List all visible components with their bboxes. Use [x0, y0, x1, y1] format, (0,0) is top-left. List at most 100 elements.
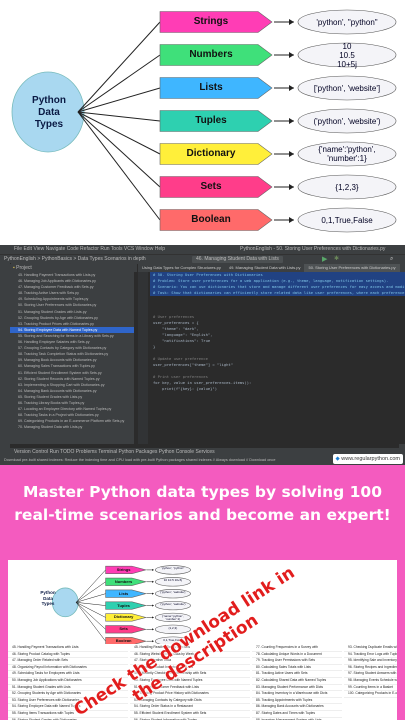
folder-icon: ▪: [13, 265, 15, 271]
mini-scenario-item: 45. Handling Payment Transactions with L…: [8, 645, 128, 652]
project-tree-item[interactable]: 70. Managing Student Data with Lists.py: [10, 424, 134, 430]
mini-scenario-item: 99. Counting Items in a Basket: [344, 685, 397, 692]
connector-line: [77, 111, 161, 155]
arrowhead-icon: [152, 592, 154, 595]
arrowhead-icon: [289, 118, 294, 124]
mini-scenario-item: 87. Storing Dates and Times with Tuples: [252, 711, 342, 718]
code-editor[interactable]: # 50. Storing User Preferences with Dict…: [150, 272, 405, 444]
connector-line: [77, 87, 161, 113]
type-example-numbers: 10 10.5 10+5j: [337, 41, 357, 69]
run-config-select[interactable]: 46. Managing Student Data with Lists: [192, 256, 283, 263]
type-label-dictionary: Dictionary: [186, 148, 236, 159]
mini-scenario-item: 79. Tracking User Permissions with Sets: [252, 658, 342, 665]
type-label-tuples: Tuples: [195, 115, 227, 126]
connector-line: [75, 581, 106, 603]
menu-items[interactable]: File Edit View Navigate Code Refactor Ru…: [14, 246, 165, 252]
type-label-lists: Lists: [199, 82, 223, 93]
connector-line: [77, 111, 161, 188]
connector-line: [77, 111, 161, 221]
ide-window: File Edit View Navigate Code Refactor Ru…: [0, 245, 405, 465]
navigation-bar: PythonEnglish > PythonBasics > Data Type…: [0, 254, 405, 264]
mini-scenario-item: 84. Tracking Inventory in a Warehouse wi…: [252, 691, 342, 698]
type-example-tuples: ('python', 'website'): [313, 116, 381, 126]
arrowhead-icon: [289, 184, 294, 190]
mini-scenario-item: 80. Calculating Sales Totals with Lists: [252, 665, 342, 672]
search-icon[interactable]: ⌕: [390, 255, 393, 264]
menu-bar[interactable]: File Edit View Navigate Code Refactor Ru…: [0, 245, 405, 254]
code-line: # Task: Show that dictionaries can effic…: [150, 290, 405, 296]
arrowhead-icon: [152, 580, 154, 583]
editor-tab[interactable]: Using Data Types for Complex Structures.…: [138, 264, 225, 272]
mini-scenario-item: 82. Calculating Shared Data with Named T…: [252, 678, 342, 685]
editor-tabs: Using Data Types for Complex Structures.…: [138, 264, 400, 272]
connector-line: [75, 602, 106, 618]
arrowhead-icon: [289, 19, 294, 25]
mini-type-example: ['python', 'website']: [160, 590, 186, 595]
mini-type-example: 'python', "python": [161, 566, 185, 571]
mini-type-example: ('python', 'website'): [160, 602, 186, 607]
mini-scenario-item: 55. Efficient Student Enrollment System …: [130, 711, 250, 718]
mini-type-label: Dictionary: [113, 614, 134, 620]
mini-scenario-item: 54. Storing Order Status in a Restaurant: [130, 704, 250, 711]
type-example-boolean: 0,1,True,False: [321, 215, 373, 225]
bottom-tabs[interactable]: Version Control Run TODO Problems Termin…: [14, 449, 215, 455]
mini-type-label: Lists: [118, 590, 129, 596]
mini-type-label: Strings: [116, 566, 131, 572]
project-panel-header[interactable]: ▪ Project: [10, 264, 137, 272]
editor-tab[interactable]: 49. Managing Student Data with Lists.py: [225, 264, 305, 272]
scenario-column-3: 77. Counting Frequencies in a Survey wit…: [252, 645, 342, 720]
mini-scenario-item: 46. Storing Product Catalog with Tuples: [8, 652, 128, 659]
type-label-sets: Sets: [200, 181, 222, 192]
arrowhead-icon: [289, 52, 294, 58]
mini-type-label: Numbers: [114, 578, 133, 584]
status-text: Download pre-built shared indexes: Reduc…: [4, 458, 276, 462]
type-label-boolean: Boolean: [191, 214, 231, 225]
type-example-lists: ['python', 'website']: [313, 83, 381, 93]
site-watermark: ◆ www.regularpython.com: [332, 454, 403, 464]
editor-tab[interactable]: 50. Storing User Preferences with Dictio…: [304, 264, 400, 272]
mini-scenario-item: 48. Organizing Payroll Information with …: [8, 665, 128, 672]
mini-scenario-item: 47. Managing Order Related with Sets: [8, 658, 128, 665]
arrowhead-icon: [152, 616, 154, 619]
code-line: print(f"{key}: {value}"): [153, 386, 218, 391]
breadcrumb[interactable]: PythonEnglish > PythonBasics > Data Type…: [4, 256, 146, 262]
type-example-dictionary: {'name':'python', 'number':1}: [318, 145, 376, 163]
arrowhead-icon: [289, 85, 294, 91]
mini-type-label: Boolean: [115, 638, 132, 644]
run-icon[interactable]: ▶: [322, 255, 327, 264]
mini-root-label: Python Data Types: [40, 590, 56, 606]
mini-scenario-item: 93. Checking Duplicate Emails with Sets: [344, 645, 397, 652]
data-types-diagram: Python Data Types Strings 'python', "pyth…: [0, 0, 405, 245]
mini-type-example: {'name':'python', 'number':1}: [162, 613, 184, 622]
root-node-label: Python Data Types: [32, 95, 66, 130]
project-label: Project: [16, 265, 32, 271]
window-title: PythonEnglish - 50. Storing User Prefere…: [240, 246, 386, 252]
debug-icon[interactable]: ✱: [334, 255, 339, 264]
arrowhead-icon: [152, 628, 154, 631]
type-label-numbers: Numbers: [189, 49, 233, 60]
mini-scenario-item: 95. Identifying Sale and Inventory: [344, 658, 397, 665]
type-label-strings: Strings: [193, 16, 229, 27]
arrowhead-icon: [152, 640, 154, 643]
connector-line: [77, 21, 161, 113]
type-example-sets: {1,2,3}: [335, 182, 359, 192]
mini-scenario-item: 96. Storing Recipes and Ingredients: [344, 665, 397, 672]
connector-line: [76, 602, 106, 606]
promo-panel: Master Python data types by solving 100 …: [0, 465, 405, 720]
connector-line: [76, 593, 106, 603]
connector-line: [75, 602, 106, 642]
mini-type-label: Sets: [119, 626, 128, 632]
project-tree[interactable]: 45. Handling Payment Transactions with L…: [10, 272, 134, 444]
mini-scenario-item: 94. Tracking Error Logs with Tuples: [344, 652, 397, 659]
arrowhead-icon: [289, 217, 294, 223]
arrowhead-icon: [152, 604, 154, 607]
watermark-text: www.regularpython.com: [341, 456, 400, 462]
mini-type-label: Tuples: [117, 602, 130, 608]
connector-line: [77, 111, 161, 122]
type-example-strings: 'python', "python": [316, 17, 378, 27]
connector-line: [75, 569, 106, 603]
connector-line: [75, 602, 106, 630]
mini-type-example: 10 10.5 10+5j: [163, 578, 183, 583]
mini-scenario-item: 78. Calculating Unique Words in a Docume…: [252, 652, 342, 659]
promo-headline: Master Python data types by solving 100 …: [14, 483, 391, 524]
